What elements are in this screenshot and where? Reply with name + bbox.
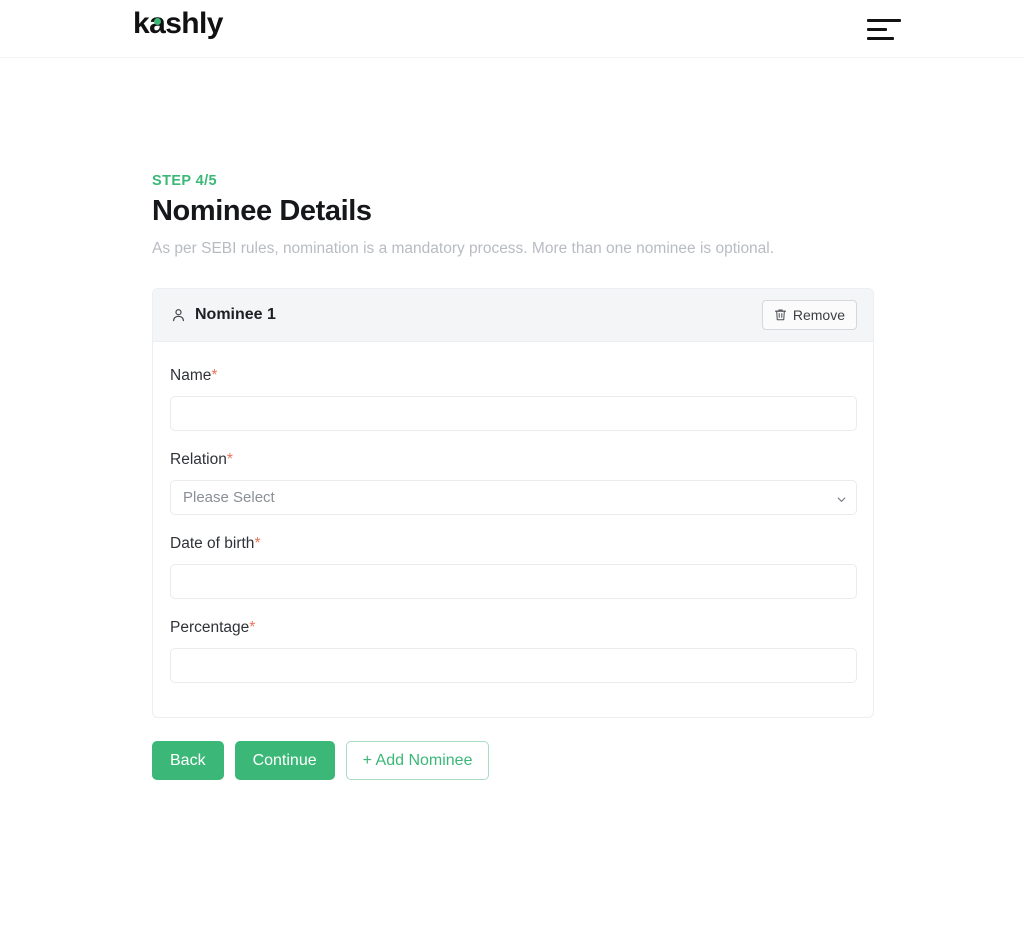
- person-icon: [171, 307, 186, 323]
- hamburger-menu-icon[interactable]: [867, 14, 901, 44]
- field-name: Name*: [170, 367, 857, 431]
- hamburger-line-2: [867, 27, 887, 31]
- field-relation: Relation* Please Select: [170, 451, 857, 515]
- nominee-card-header: Nominee 1 Remove: [153, 289, 873, 342]
- nominee-card: Nominee 1 Remove Name* Relation* Please …: [152, 288, 874, 718]
- trash-icon: [774, 308, 787, 322]
- field-relation-label-text: Relation: [170, 451, 227, 468]
- brand-logo[interactable]: k a shly: [133, 9, 223, 39]
- remove-nominee-label: Remove: [792, 307, 845, 323]
- page-title: Nominee Details: [152, 195, 372, 227]
- field-percentage-required-mark: *: [249, 619, 256, 636]
- continue-button[interactable]: Continue: [234, 741, 335, 780]
- brand-text-after: shly: [165, 7, 223, 40]
- step-indicator: STEP 4/5: [152, 173, 217, 189]
- field-date-of-birth: Date of birth*: [170, 535, 857, 599]
- nominee-relation-select[interactable]: Please Select: [170, 480, 857, 515]
- field-percentage-label-text: Percentage: [170, 619, 250, 636]
- field-name-required-mark: *: [211, 367, 218, 384]
- field-percentage: Percentage*: [170, 619, 857, 683]
- nominee-name-input[interactable]: [170, 396, 857, 431]
- nominee-card-body: Name* Relation* Please Select Date of bi…: [153, 342, 873, 717]
- field-date-of-birth-label-text: Date of birth: [170, 535, 255, 552]
- field-percentage-label: Percentage*: [170, 619, 856, 637]
- nominee-percentage-input[interactable]: [170, 648, 857, 683]
- brand-letter-a: a: [149, 9, 166, 39]
- field-relation-required-mark: *: [226, 451, 233, 468]
- brand-text-before: k: [133, 7, 150, 40]
- add-nominee-button[interactable]: + Add Nominee: [345, 741, 490, 780]
- form-actions: Back Continue + Add Nominee: [152, 741, 872, 780]
- nominee-card-title: Nominee 1: [195, 306, 276, 323]
- hamburger-line-1: [867, 18, 901, 22]
- field-name-label-text: Name: [170, 367, 212, 384]
- field-name-label: Name*: [170, 367, 856, 385]
- field-date-of-birth-required-mark: *: [254, 535, 261, 552]
- field-date-of-birth-label: Date of birth*: [170, 535, 856, 553]
- relation-select-wrapper: Please Select: [170, 480, 857, 515]
- nominee-card-header-left: Nominee 1: [171, 306, 276, 324]
- nominee-date-of-birth-input[interactable]: [170, 564, 857, 599]
- remove-nominee-button[interactable]: Remove: [761, 300, 857, 330]
- hamburger-line-3: [867, 36, 894, 40]
- back-button[interactable]: Back: [152, 741, 224, 780]
- page-subtitle: As per SEBI rules, nomination is a manda…: [152, 240, 775, 257]
- page-content: STEP 4/5 Nominee Details As per SEBI rul…: [0, 58, 1024, 780]
- field-relation-label: Relation*: [170, 451, 856, 469]
- app-header: k a shly: [0, 0, 1024, 58]
